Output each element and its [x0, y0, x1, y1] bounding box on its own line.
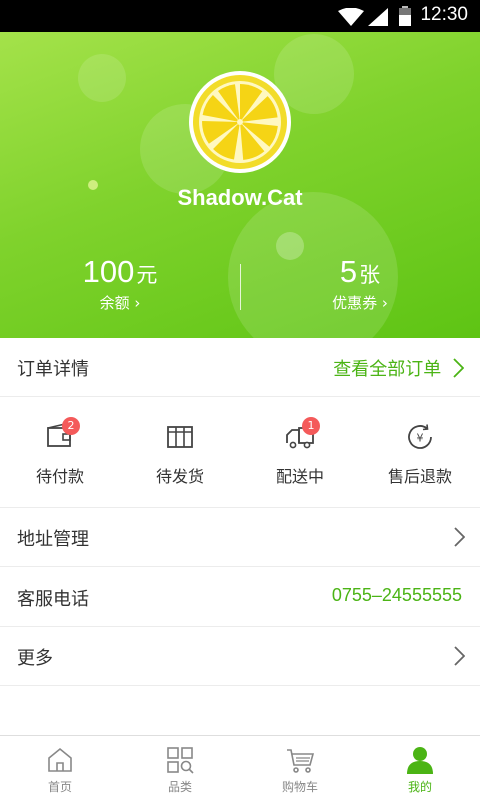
balance-value: 100	[82, 254, 135, 289]
battery-icon	[399, 6, 411, 26]
nav-me[interactable]: 我的	[360, 736, 480, 801]
svg-text:¥: ¥	[417, 432, 424, 445]
category-icon	[167, 747, 194, 774]
home-icon	[48, 747, 72, 772]
chevron-right-icon	[454, 527, 465, 547]
avatar[interactable]	[188, 70, 292, 174]
customer-service-row[interactable]: 客服电话 0755–24555555	[0, 568, 480, 627]
address-management-row[interactable]: 地址管理	[0, 508, 480, 567]
coupon-unit: 张	[359, 263, 381, 287]
nav-home[interactable]: 首页	[0, 736, 120, 801]
chevron-right-icon	[453, 358, 465, 378]
status-time: 12:30	[420, 4, 468, 25]
refund-label: 售后退款	[387, 467, 452, 486]
coupon-label: 优惠券 ›	[332, 294, 388, 312]
delivering-label: 配送中	[275, 467, 324, 486]
customer-service-label: 客服电话	[17, 589, 89, 610]
view-all-orders-label: 查看全部订单	[333, 359, 442, 380]
wifi-icon	[338, 8, 364, 26]
chevron-right-icon	[454, 646, 465, 666]
coupon-stat[interactable]: 5张 优惠券 ›	[240, 254, 480, 313]
order-status-delivering[interactable]: 1 配送中	[240, 397, 360, 507]
unpaid-badge: 2	[62, 417, 80, 435]
username: Shadow.Cat	[177, 185, 303, 210]
signal-icon	[368, 8, 388, 26]
order-status-bar: 2 待付款 待发货 1 配送中 ¥ 售后退款	[0, 397, 480, 508]
box-icon	[167, 426, 193, 448]
customer-service-phone[interactable]: 0755–24555555	[332, 585, 462, 606]
balance-stat[interactable]: 100元 余额 ›	[0, 254, 240, 313]
order-status-unpaid[interactable]: 2 待付款	[0, 397, 120, 507]
order-details-row: 订单详情 查看全部订单	[0, 338, 480, 397]
nav-category-label: 品类	[167, 780, 192, 794]
delivering-badge: 1	[302, 417, 320, 435]
nav-cart[interactable]: 购物车	[240, 736, 360, 801]
nav-category[interactable]: 品类	[120, 736, 240, 801]
nav-home-label: 首页	[47, 780, 72, 794]
unpaid-label: 待付款	[35, 467, 84, 486]
to-ship-label: 待发货	[155, 467, 204, 486]
bottom-nav: 首页 品类 购物车 我的	[0, 735, 480, 801]
status-bar: 12:30	[0, 0, 480, 32]
balance-label: 余额 ›	[99, 294, 141, 312]
bokeh-decoration	[78, 54, 126, 102]
nav-me-label: 我的	[407, 780, 432, 794]
user-icon	[407, 747, 433, 774]
coupon-value: 5	[339, 254, 358, 289]
order-details-title: 订单详情	[17, 359, 89, 380]
refund-icon: ¥	[408, 424, 432, 449]
order-status-to-ship[interactable]: 待发货	[120, 397, 240, 507]
balance-unit: 元	[136, 263, 158, 287]
order-status-refund[interactable]: ¥ 售后退款	[360, 397, 480, 507]
view-all-orders-link[interactable]: 查看全部订单	[333, 355, 465, 381]
nav-cart-label: 购物车	[281, 780, 318, 794]
cart-icon	[287, 749, 314, 773]
profile-header: Shadow.Cat 100元 余额 › 5张 优惠券 ›	[0, 32, 480, 338]
more-row[interactable]: 更多	[0, 627, 480, 686]
more-label: 更多	[17, 648, 53, 669]
address-management-label: 地址管理	[17, 529, 89, 550]
